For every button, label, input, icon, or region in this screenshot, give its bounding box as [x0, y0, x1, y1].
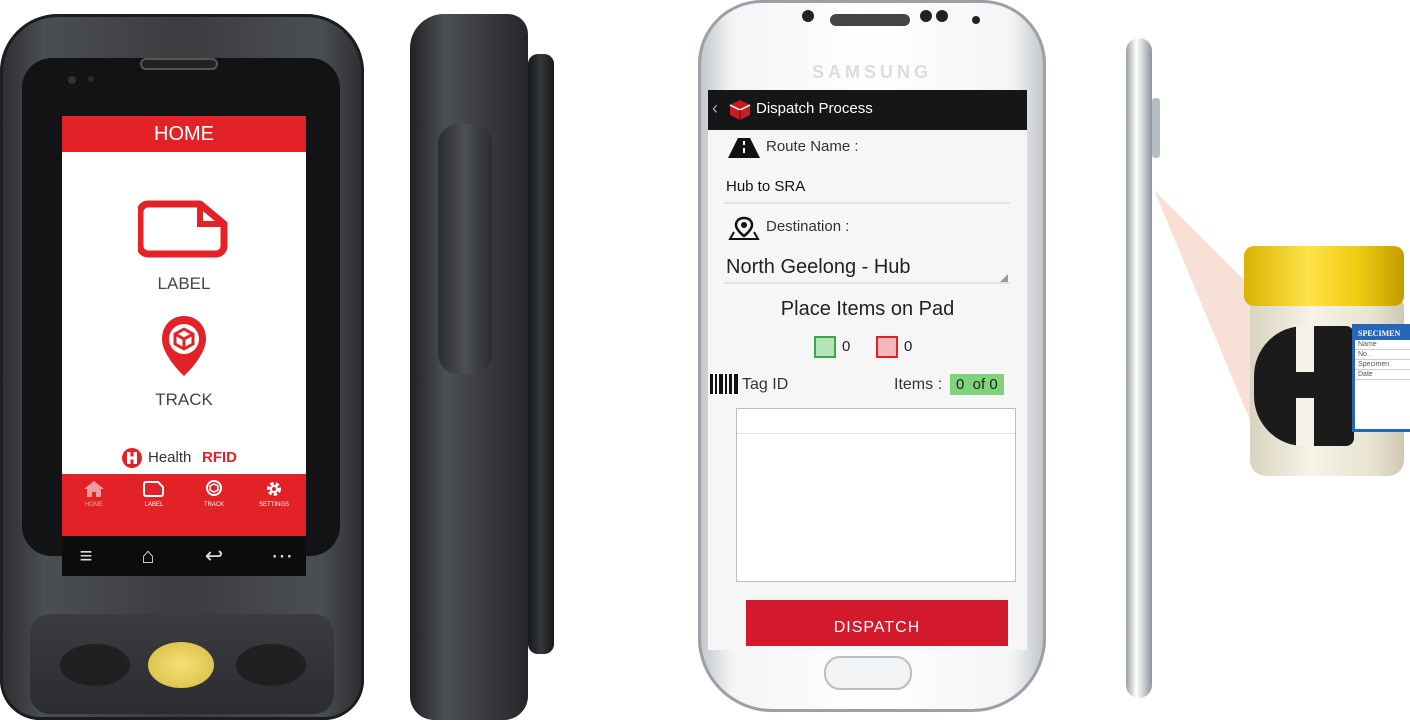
action-bar-title: Dispatch Process [756, 100, 873, 117]
dispatch-screen: ‹ Dispatch Process Route Name : Hub to S… [708, 90, 1027, 650]
specimen-label-title: SPECIMEN [1355, 327, 1410, 340]
barcode-icon [710, 374, 738, 394]
tab-track[interactable]: TRACK [186, 480, 242, 530]
rfid-green-icon [814, 336, 836, 358]
label-row-no: No. [1355, 350, 1410, 360]
label-button-text: LABEL [157, 274, 211, 293]
front-camera [920, 10, 932, 22]
road-icon [728, 138, 760, 158]
red-count: 0 [904, 338, 913, 355]
label-tag-icon [138, 200, 228, 258]
logo-gap-bottom [1296, 398, 1314, 446]
label-row-date: Date [1355, 370, 1410, 380]
front-camera [68, 76, 76, 84]
menu-icon[interactable]: ≡ [66, 542, 106, 570]
label-row-name: Name [1355, 340, 1410, 350]
tab-settings[interactable]: SETTINGS [246, 480, 302, 530]
destination-label: Destination : [766, 218, 850, 235]
hardware-home-button[interactable] [824, 656, 912, 690]
samsung-phone: SAMSUNG ‹ Dispatch Process Route Name : … [698, 0, 1046, 712]
home-icon [84, 481, 104, 497]
label-row-specimen: Specimen [1355, 360, 1410, 370]
destination-spinner[interactable]: North Geelong - Hub [724, 248, 1010, 284]
bottom-tab-bar: HOME LABEL TRACK SETTINGS [62, 474, 306, 536]
tab-label-label: LABEL [144, 502, 164, 508]
system-nav-bar: ≡ ⌂ ↩ ⋯ [62, 536, 306, 576]
rugged-device-side-view [410, 14, 560, 720]
hardware-keypad [30, 614, 334, 714]
specimen-jar: SPECIMEN Name No. Specimen Date [1236, 246, 1410, 476]
track-pin-icon [206, 480, 222, 496]
proximity-sensor [802, 10, 814, 22]
rfid-red-icon [876, 336, 898, 358]
speaker-grille [140, 58, 218, 70]
tab-home-label: HOME [85, 502, 103, 508]
map-pin-icon [728, 216, 760, 240]
light-sensor [88, 76, 94, 82]
tag-id-header: Tag ID [742, 376, 789, 393]
back-chevron-icon[interactable]: ‹ [712, 98, 718, 119]
route-name-value[interactable]: Hub to SRA [726, 178, 805, 195]
green-count: 0 [842, 338, 851, 355]
page-title: HOME [62, 116, 306, 152]
side-grip [438, 124, 492, 374]
route-underline [724, 202, 1010, 204]
tab-home[interactable]: HOME [66, 480, 122, 530]
tag-list-divider [737, 433, 1015, 434]
items-count-badge: 0 of 0 [950, 374, 1004, 395]
track-pin-icon [162, 316, 206, 376]
spinner-corner-icon [1000, 274, 1008, 282]
samsung-logo: SAMSUNG [811, 62, 932, 82]
hand-strap [528, 54, 554, 654]
form-body: Route Name : Hub to SRA Destination : No… [708, 130, 1027, 650]
side-body [1126, 38, 1152, 698]
label-button[interactable]: LABEL [62, 186, 306, 296]
destination-underline [724, 282, 1010, 284]
pad-instruction: Place Items on Pad [780, 298, 955, 320]
logo-gap-top [1296, 326, 1314, 372]
track-button-text: TRACK [155, 390, 213, 409]
more-icon[interactable]: ⋯ [262, 542, 302, 570]
destination-value: North Geelong - Hub [726, 256, 911, 278]
left-side-key[interactable] [60, 644, 130, 686]
healthrfid-logo: Health RFID [122, 446, 262, 470]
tab-track-label: TRACK [203, 502, 225, 508]
power-button [1152, 98, 1160, 158]
brand-prefix: Health [148, 449, 192, 466]
specimen-label: SPECIMEN Name No. Specimen Date [1352, 324, 1410, 432]
brand-suffix: RFID [202, 449, 237, 466]
label-tag-icon [143, 481, 164, 497]
notification-led [972, 16, 980, 24]
sensor-dot [936, 10, 948, 22]
right-side-key[interactable] [236, 644, 306, 686]
home-outline-icon[interactable]: ⌂ [128, 542, 168, 570]
home-screen: HOME LABEL TRACK Health RFID HOME LABEL … [62, 116, 306, 536]
dispatch-button[interactable]: DISPATCH [746, 600, 1008, 646]
healthrfid-logo-icon [122, 448, 142, 468]
track-button[interactable]: TRACK [62, 306, 306, 416]
back-icon[interactable]: ↩ [194, 542, 234, 570]
tab-settings-label: SETTINGS [258, 502, 289, 508]
items-label: Items : [894, 376, 943, 393]
jar-lid [1244, 246, 1404, 306]
app-box-icon [729, 100, 751, 120]
tab-label[interactable]: LABEL [126, 480, 182, 530]
scan-trigger-key[interactable] [148, 642, 214, 688]
rugged-rfid-handheld: HOME LABEL TRACK Health RFID HOME LABEL … [0, 14, 364, 720]
action-bar: ‹ Dispatch Process [708, 90, 1027, 130]
gear-icon [267, 482, 281, 496]
route-name-label: Route Name : [766, 138, 859, 155]
tag-list[interactable] [736, 408, 1016, 582]
earpiece [830, 14, 910, 26]
